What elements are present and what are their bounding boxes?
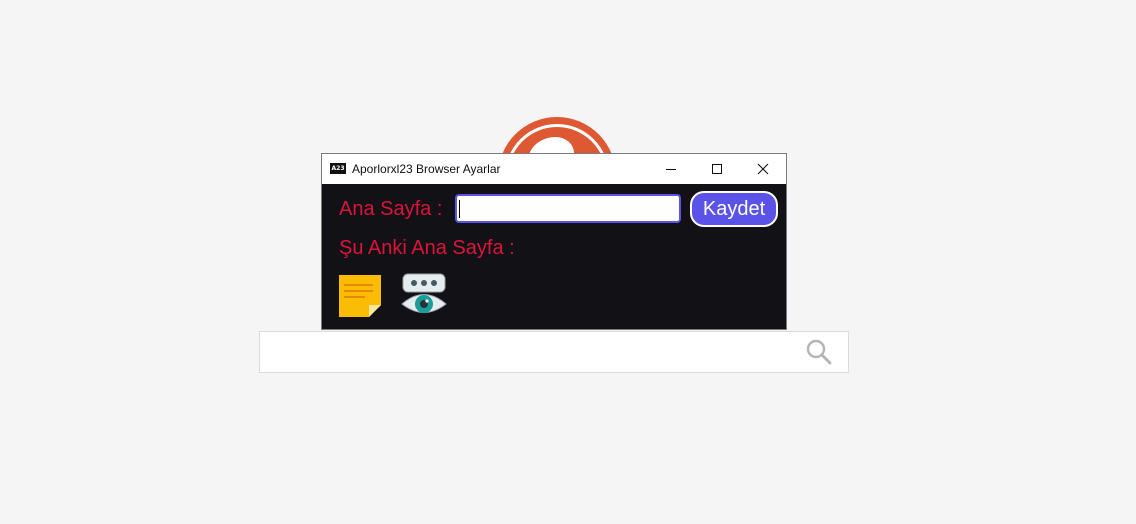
search-icon[interactable] [806,339,832,365]
settings-window: A23 Aporlorxl23 Browser Ayarlar Ana Sayf… [321,153,787,330]
browser-page: A23 Aporlorxl23 Browser Ayarlar Ana Sayf… [0,0,1136,524]
maximize-button[interactable] [694,154,740,184]
window-title: Aporlorxl23 Browser Ayarlar [352,162,501,176]
text-caret [459,200,460,218]
current-home-page-label: Şu Anki Ana Sayfa : [339,237,515,259]
save-button[interactable]: Kaydet [690,191,778,227]
sticky-note-icon[interactable] [339,275,381,317]
search-bar[interactable] [259,331,849,373]
home-page-input[interactable] [455,194,681,223]
eye-password-icon[interactable] [400,273,448,317]
close-button[interactable] [740,154,786,184]
close-icon [757,163,769,175]
maximize-icon [712,164,722,174]
settings-content: Ana Sayfa : Kaydet Şu Anki Ana Sayfa : [322,184,786,329]
minimize-icon [666,169,676,170]
home-page-label: Ana Sayfa : [339,198,443,220]
app-icon: A23 [330,163,346,174]
window-titlebar[interactable]: A23 Aporlorxl23 Browser Ayarlar [322,154,786,184]
minimize-button[interactable] [648,154,694,184]
